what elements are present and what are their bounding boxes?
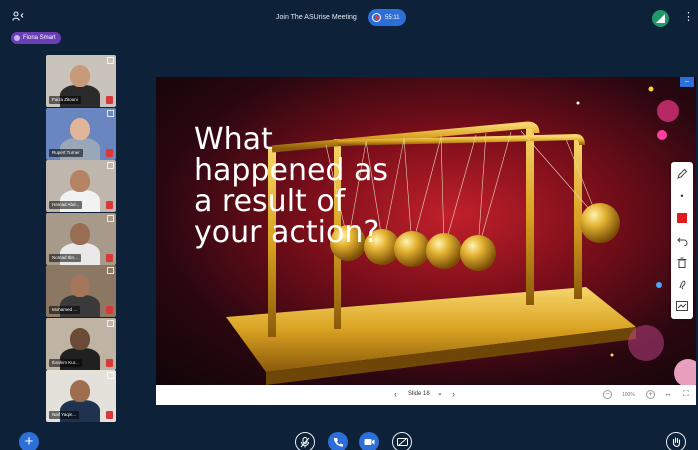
screenshare-icon[interactable] bbox=[392, 432, 412, 450]
pencil-icon[interactable] bbox=[674, 166, 690, 182]
expand-icon[interactable] bbox=[107, 372, 114, 379]
user-chip-name: Fiona Smart bbox=[23, 35, 56, 41]
participant-name: Rupert Turner bbox=[49, 148, 83, 157]
annotation-toolbar: • bbox=[671, 162, 693, 319]
zoom-level: 100% bbox=[622, 392, 635, 398]
muted-mic-icon bbox=[106, 96, 113, 104]
expand-icon[interactable] bbox=[107, 57, 114, 64]
slide-select[interactable]: Slide 18 bbox=[408, 391, 430, 397]
previous-slide-icon[interactable]: ‹ bbox=[394, 389, 397, 399]
meeting-title: Join The ASUrise Meeting bbox=[276, 14, 357, 21]
participant-video-tile[interactable]: Mohamed ... bbox=[46, 265, 116, 317]
zoom-out-icon[interactable]: − bbox=[603, 390, 612, 399]
fullscreen-icon[interactable]: ⛶ bbox=[683, 389, 689, 399]
zoom-in-icon[interactable]: + bbox=[646, 390, 655, 399]
muted-mic-icon bbox=[106, 411, 113, 419]
user-chip[interactable]: Fiona Smart bbox=[11, 32, 61, 44]
color-picker[interactable] bbox=[674, 210, 690, 226]
multi-user-pen-icon[interactable] bbox=[674, 276, 690, 292]
muted-mic-icon bbox=[106, 201, 113, 209]
more-options-icon[interactable]: ⋮ bbox=[683, 10, 694, 23]
expand-icon[interactable] bbox=[107, 162, 114, 169]
participant-name: Faiza Zitouni bbox=[49, 96, 81, 104]
raise-hand-icon[interactable] bbox=[666, 432, 686, 450]
participant-video-tile[interactable]: Naif Yaqin... bbox=[46, 370, 116, 422]
color-swatch bbox=[677, 213, 687, 223]
participant-head bbox=[70, 117, 90, 140]
participant-video-tile[interactable]: Rupert Turner bbox=[46, 107, 116, 160]
muted-mic-icon bbox=[106, 148, 113, 157]
participant-name: Hamad Abd... bbox=[49, 201, 83, 209]
phone-icon[interactable] bbox=[328, 432, 348, 450]
participant-name: Mohamed ... bbox=[49, 306, 81, 314]
expand-icon[interactable] bbox=[107, 319, 114, 327]
camera-icon[interactable] bbox=[359, 432, 379, 450]
slide-text: What happened as a result of your action… bbox=[194, 122, 389, 250]
participant-head bbox=[70, 65, 90, 87]
plus-icon[interactable]: + bbox=[19, 432, 39, 450]
fit-to-width-icon[interactable]: ↔ bbox=[664, 389, 672, 398]
expand-icon[interactable] bbox=[107, 267, 114, 274]
whiteboard-toggle-icon[interactable] bbox=[674, 298, 690, 314]
participant-name: Ibrahim Kur... bbox=[49, 358, 82, 367]
participant-video-tile[interactable]: Faiza Zitouni bbox=[46, 55, 116, 107]
recording-time: 55:11 bbox=[385, 14, 400, 21]
expand-icon[interactable] bbox=[107, 109, 114, 117]
connection-status-icon[interactable] bbox=[652, 10, 669, 27]
muted-mic-icon bbox=[106, 358, 113, 367]
muted-mic-icon bbox=[106, 253, 113, 262]
record-icon bbox=[372, 13, 381, 22]
top-bar: Join The ASUrise Meeting 55:11 ⋮ bbox=[0, 0, 698, 34]
slide-controls: ‹ Slide 18 ⌄ › − 100% + ↔ ⛶ bbox=[156, 385, 696, 405]
participant-head bbox=[70, 275, 90, 297]
expand-icon[interactable] bbox=[107, 214, 114, 222]
video-strip: Faiza Zitouni Rupert Turner Hamad Abd... No… bbox=[46, 55, 116, 423]
chevron-down-icon[interactable]: ⌄ bbox=[437, 389, 443, 397]
participant-head bbox=[70, 222, 90, 245]
participant-video-tile[interactable]: Hamad Abd... bbox=[46, 160, 116, 212]
recording-indicator[interactable]: 55:11 bbox=[368, 9, 406, 26]
participant-video-tile[interactable]: Ibrahim Kur... bbox=[46, 317, 116, 370]
undo-icon[interactable] bbox=[674, 232, 690, 248]
muted-mic-icon bbox=[106, 306, 113, 314]
mic-icon[interactable] bbox=[295, 432, 315, 450]
trash-icon[interactable] bbox=[674, 254, 690, 270]
participant-video-tile[interactable]: Nomad Ibn... bbox=[46, 212, 116, 265]
participant-name: Naif Yaqin... bbox=[49, 411, 80, 419]
users-icon[interactable] bbox=[12, 11, 24, 24]
minimize-presentation-icon[interactable]: – bbox=[680, 77, 694, 87]
participant-head bbox=[70, 380, 90, 402]
participant-head bbox=[70, 170, 90, 192]
next-slide-icon[interactable]: › bbox=[452, 389, 455, 399]
participant-head bbox=[70, 327, 90, 350]
action-bar bbox=[0, 420, 698, 450]
presentation-area[interactable]: What happened as a result of your action… bbox=[156, 77, 696, 385]
participant-name: Nomad Ibn... bbox=[49, 253, 81, 262]
user-avatar-icon bbox=[14, 35, 20, 41]
thickness-icon[interactable]: • bbox=[674, 188, 690, 204]
